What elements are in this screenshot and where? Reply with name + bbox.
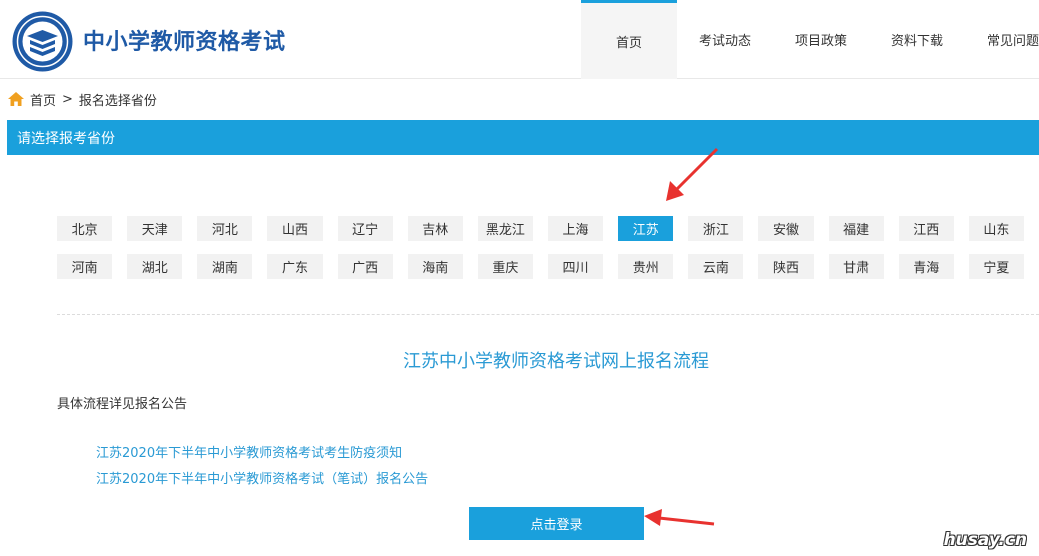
province-button[interactable]: 广西 <box>337 254 393 279</box>
province-button[interactable]: 陕西 <box>758 254 814 279</box>
province-row-1: 北京 天津 河北 山西 辽宁 吉林 黑龙江 上海 江苏 浙江 安徽 福建 江西 … <box>57 216 1039 241</box>
home-icon <box>8 92 24 106</box>
nav-home[interactable]: 首页 <box>581 0 677 79</box>
province-button[interactable]: 河南 <box>57 254 113 279</box>
notice-link-registration[interactable]: 江苏2020年下半年中小学教师资格考试（笔试）报名公告 <box>96 468 428 487</box>
province-button[interactable]: 黑龙江 <box>477 216 533 241</box>
province-button[interactable]: 湖南 <box>197 254 253 279</box>
province-button[interactable]: 江西 <box>898 216 954 241</box>
province-button[interactable]: 福建 <box>828 216 884 241</box>
site-logo-icon[interactable] <box>11 10 74 73</box>
province-grid: 北京 天津 河北 山西 辽宁 吉林 黑龙江 上海 江苏 浙江 安徽 福建 江西 … <box>57 216 1039 292</box>
annotation-arrow-login <box>644 509 715 526</box>
province-button[interactable]: 安徽 <box>758 216 814 241</box>
province-button[interactable]: 北京 <box>57 216 113 241</box>
breadcrumb-current: 报名选择省份 <box>78 93 157 109</box>
nav-faq[interactable]: 常见问题 <box>965 0 1039 79</box>
annotation-arrow-province <box>666 147 719 201</box>
province-button[interactable]: 湖北 <box>127 254 183 279</box>
detail-note: 具体流程详见报名公告 <box>57 397 188 412</box>
nav-exam-news[interactable]: 考试动态 <box>677 0 773 79</box>
province-button[interactable]: 青海 <box>898 254 954 279</box>
province-button[interactable]: 贵州 <box>618 254 674 279</box>
province-row-2: 河南 湖北 湖南 广东 广西 海南 重庆 四川 贵州 云南 陕西 甘肃 青海 宁… <box>57 254 1039 279</box>
province-button[interactable]: 云南 <box>688 254 744 279</box>
watermark: husay.cn <box>943 530 1027 550</box>
province-button[interactable]: 江苏 <box>618 216 674 241</box>
province-button[interactable]: 吉林 <box>407 216 463 241</box>
province-button[interactable]: 山西 <box>267 216 323 241</box>
province-button[interactable]: 重庆 <box>477 254 533 279</box>
province-button[interactable]: 河北 <box>197 216 253 241</box>
province-button[interactable]: 甘肃 <box>828 254 884 279</box>
nav-downloads[interactable]: 资料下载 <box>869 0 965 79</box>
process-title: 江苏中小学教师资格考试网上报名流程 <box>403 351 709 372</box>
province-button[interactable]: 四川 <box>547 254 604 279</box>
province-button[interactable]: 广东 <box>267 254 323 279</box>
site-title[interactable]: 中小学教师资格考试 <box>83 24 286 56</box>
notice-link-epidemic[interactable]: 江苏2020年下半年中小学教师资格考试考生防疫须知 <box>96 442 402 461</box>
province-button[interactable]: 辽宁 <box>337 216 393 241</box>
breadcrumb-separator: > <box>62 91 73 107</box>
province-button[interactable]: 浙江 <box>688 216 744 241</box>
dashed-divider <box>57 314 1039 315</box>
breadcrumb: 首页 > 报名选择省份 <box>8 90 157 109</box>
login-button[interactable]: 点击登录 <box>469 507 644 540</box>
province-button[interactable]: 宁夏 <box>968 254 1024 279</box>
province-button[interactable]: 天津 <box>127 216 183 241</box>
section-title-bar: 请选择报考省份 <box>7 120 1039 155</box>
province-button[interactable]: 海南 <box>407 254 463 279</box>
province-button[interactable]: 山东 <box>968 216 1024 241</box>
province-button[interactable]: 上海 <box>547 216 604 241</box>
site-header: 中小学教师资格考试 首页 考试动态 项目政策 资料下载 常见问题 <box>0 0 1039 79</box>
nav-project-policy[interactable]: 项目政策 <box>773 0 869 79</box>
main-nav: 首页 考试动态 项目政策 资料下载 常见问题 <box>581 0 1039 79</box>
breadcrumb-home[interactable]: 首页 <box>30 90 56 109</box>
